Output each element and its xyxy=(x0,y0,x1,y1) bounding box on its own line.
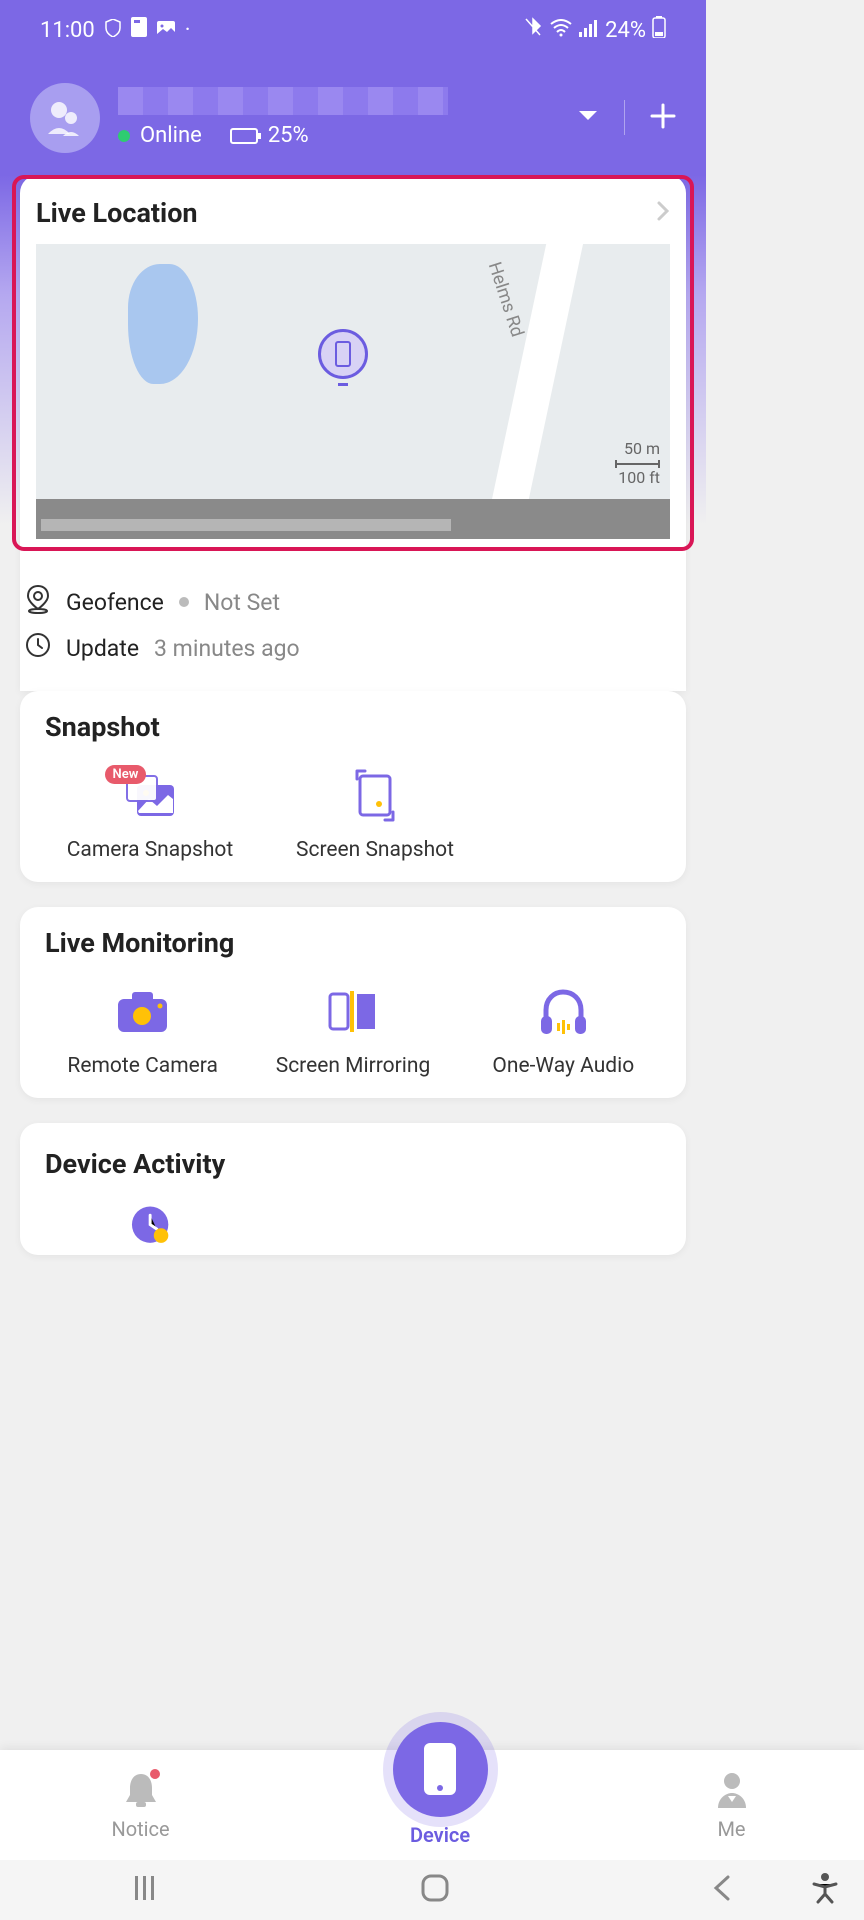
remote-camera-label: Remote Camera xyxy=(67,1054,217,1078)
mirror-label: Screen Mirroring xyxy=(276,1054,431,1078)
nav-me[interactable]: Me xyxy=(711,1769,753,1841)
recents-button[interactable] xyxy=(130,1873,160,1907)
device-battery-icon xyxy=(230,128,258,144)
snapshot-card: Snapshot New Camera Snapshot Screen Snap… xyxy=(20,691,686,882)
geofence-label: Geofence xyxy=(66,589,164,616)
image-icon xyxy=(157,18,175,43)
road-label: Helms Rd xyxy=(484,259,528,339)
snapshot-title: Snapshot xyxy=(45,711,661,743)
screen-snapshot[interactable]: Screen Snapshot xyxy=(270,768,480,862)
status-bar: 11:00 · 24% xyxy=(0,0,706,60)
screen-snapshot-label: Screen Snapshot xyxy=(296,838,454,862)
system-nav xyxy=(0,1860,864,1920)
live-location-title: Live Location xyxy=(36,197,198,229)
camera-icon xyxy=(115,984,170,1039)
online-dot xyxy=(118,130,130,142)
camera-snapshot-label: Camera Snapshot xyxy=(67,838,234,862)
battery-pct: 24% xyxy=(605,18,646,43)
nav-device-label: Device xyxy=(410,1823,470,1847)
activity-icon xyxy=(120,1205,180,1255)
geofence-icon xyxy=(25,584,51,620)
update-label: Update xyxy=(66,635,139,662)
mirror-icon xyxy=(325,984,380,1039)
geofence-value: Not Set xyxy=(204,589,280,616)
screen-snapshot-icon xyxy=(348,768,403,823)
avatar[interactable] xyxy=(30,83,100,153)
accessibility-button[interactable] xyxy=(811,1872,839,1908)
device-activity-card: Device Activity xyxy=(20,1123,686,1255)
battery-icon xyxy=(652,16,666,44)
clock-icon xyxy=(25,632,51,664)
nav-me-label: Me xyxy=(717,1817,745,1841)
shield-icon xyxy=(105,18,121,43)
signal-icon xyxy=(579,18,599,43)
status-dot xyxy=(179,597,189,607)
nav-device[interactable]: Device xyxy=(393,1764,488,1847)
dropdown-icon[interactable] xyxy=(577,108,599,127)
map-footer xyxy=(36,499,670,539)
wifi-icon xyxy=(549,18,573,43)
update-row: Update 3 minutes ago xyxy=(25,632,681,664)
home-button[interactable] xyxy=(419,1872,451,1908)
one-way-audio[interactable]: One-Way Audio xyxy=(466,984,661,1078)
screen-mirroring[interactable]: Screen Mirroring xyxy=(255,984,450,1078)
back-button[interactable] xyxy=(710,1873,734,1907)
monitoring-title: Live Monitoring xyxy=(45,927,661,959)
audio-label: One-Way Audio xyxy=(492,1054,634,1078)
clock: 11:00 xyxy=(40,18,95,43)
live-location-card: Live Location Helms Rd 50 m 100 ft xyxy=(12,175,694,551)
geofence-row[interactable]: Geofence Not Set xyxy=(25,584,681,620)
headphones-icon xyxy=(536,984,591,1039)
sim-icon xyxy=(131,17,147,43)
new-badge: New xyxy=(105,765,147,784)
camera-snapshot[interactable]: New Camera Snapshot xyxy=(45,768,255,862)
nav-notice-label: Notice xyxy=(111,1817,169,1841)
remote-camera[interactable]: Remote Camera xyxy=(45,984,240,1078)
map-device-pin[interactable] xyxy=(318,329,368,379)
device-button xyxy=(393,1722,488,1817)
add-icon[interactable] xyxy=(650,103,676,133)
map-scale: 50 m 100 ft xyxy=(615,438,660,489)
camera-snapshot-icon: New xyxy=(123,768,178,823)
vibrate-icon xyxy=(523,17,543,43)
dot-icon: · xyxy=(185,18,191,43)
online-status: Online xyxy=(140,123,202,148)
activity-title: Device Activity xyxy=(45,1148,661,1180)
bottom-nav: Notice Device Me xyxy=(0,1750,864,1860)
person-icon xyxy=(711,1769,753,1811)
monitoring-card: Live Monitoring Remote Camera Screen Mir… xyxy=(20,907,686,1098)
bell-icon xyxy=(120,1769,162,1811)
profile-header: Online 25% xyxy=(0,60,706,175)
chevron-right-icon[interactable] xyxy=(656,200,670,226)
update-value: 3 minutes ago xyxy=(154,635,300,662)
nav-notice[interactable]: Notice xyxy=(111,1769,169,1841)
map-view[interactable]: Helms Rd 50 m 100 ft xyxy=(36,244,670,539)
map-lake xyxy=(128,264,198,384)
profile-name-redacted xyxy=(118,87,448,115)
device-battery-pct: 25% xyxy=(268,123,309,148)
